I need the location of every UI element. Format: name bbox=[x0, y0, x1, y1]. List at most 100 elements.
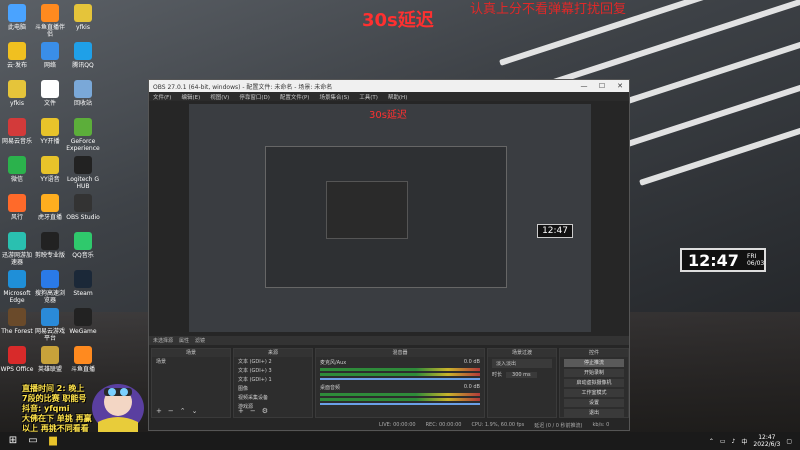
desktop-icon[interactable]: 微信 bbox=[0, 156, 34, 183]
menu-edit[interactable]: 编辑(E) bbox=[181, 93, 200, 101]
desktop-icon[interactable]: 腾讯QQ bbox=[66, 42, 100, 69]
desktop-icon-label: WPS Office bbox=[0, 366, 34, 373]
desktop-icon[interactable]: 云·发布 bbox=[0, 42, 34, 69]
desktop-icon-label: 网易云音乐 bbox=[1, 138, 32, 145]
desktop-icon[interactable]: 文件 bbox=[33, 80, 67, 107]
scene-item[interactable]: 场景 bbox=[152, 357, 230, 366]
mixer-channel-name: 麦克风/Aux bbox=[320, 360, 347, 366]
live-time: LIVE: 00:00:00 bbox=[379, 422, 416, 428]
desktop-icon-label: yfkis bbox=[10, 100, 24, 107]
menu-profile[interactable]: 配置文件(P) bbox=[280, 93, 310, 101]
remove-scene-icon[interactable]: − bbox=[168, 407, 174, 415]
obs-window: OBS 27.0.1 (64-bit, windows) - 配置文件: 未命名… bbox=[148, 79, 630, 431]
desktop-icon[interactable]: 剪映专业版 bbox=[33, 232, 67, 259]
properties-button[interactable]: 属性 bbox=[179, 337, 189, 344]
add-source-icon[interactable]: + bbox=[238, 407, 244, 415]
source-item[interactable]: 文本 (GDI+) 1 bbox=[234, 375, 312, 384]
desktop-icon[interactable]: yfkis bbox=[66, 4, 100, 31]
windows-start-icon[interactable]: ⊞ bbox=[6, 434, 20, 448]
desktop-icon[interactable]: WPS Office bbox=[0, 346, 34, 373]
desktop-icon[interactable]: GeForce Experience bbox=[66, 118, 100, 152]
virtual-camera-button[interactable]: 启动虚拟摄像机 bbox=[564, 379, 624, 387]
obs-preview[interactable]: 30s延迟 12:47 bbox=[189, 104, 591, 332]
explorer-icon[interactable]: ▆ bbox=[46, 434, 60, 448]
menu-tools[interactable]: 工具(T) bbox=[359, 93, 378, 101]
desktop-icon[interactable]: Logitech G HUB bbox=[66, 156, 100, 190]
menu-scene-collection[interactable]: 场景集合(S) bbox=[319, 93, 349, 101]
move-up-icon[interactable]: ⌃ bbox=[180, 407, 186, 415]
menu-help[interactable]: 帮助(H) bbox=[388, 93, 407, 101]
start-recording-button[interactable]: 开始录制 bbox=[564, 369, 624, 377]
app-icon bbox=[8, 4, 26, 22]
desktop-icon-label: Steam bbox=[73, 290, 93, 297]
source-item[interactable]: 文本 (GDI+) 2 bbox=[234, 357, 312, 366]
app-icon bbox=[74, 308, 92, 326]
volume-slider[interactable] bbox=[320, 403, 480, 405]
sources-buttons: + − ⚙ bbox=[238, 407, 268, 415]
tray-arrow-icon[interactable]: ⌃ bbox=[709, 438, 714, 445]
desktop-icon[interactable]: QQ音乐 bbox=[66, 232, 100, 259]
filters-button[interactable]: 滤镜 bbox=[195, 337, 205, 344]
desktop-icon[interactable]: yfkis bbox=[0, 80, 34, 107]
desktop-icon[interactable]: 此电脑 bbox=[0, 4, 34, 31]
desktop-icon[interactable]: The Forest bbox=[0, 308, 34, 335]
studio-mode-button[interactable]: 工作室模式 bbox=[564, 389, 624, 397]
desktop-icon[interactable]: 风行 bbox=[0, 194, 34, 221]
remove-source-icon[interactable]: − bbox=[250, 407, 256, 415]
desktop-icon-label: 此电脑 bbox=[7, 24, 26, 31]
settings-button[interactable]: 设置 bbox=[564, 399, 624, 407]
streamer-line: 大佛在下 单挑 再赢 bbox=[22, 414, 92, 423]
duration-input[interactable]: 300 ms bbox=[506, 371, 537, 378]
app-icon bbox=[8, 118, 26, 136]
minimize-button[interactable]: — bbox=[575, 82, 593, 90]
exit-button[interactable]: 退出 bbox=[564, 409, 624, 417]
maximize-button[interactable]: ☐ bbox=[593, 82, 611, 90]
add-scene-icon[interactable]: + bbox=[156, 407, 162, 415]
volume-icon[interactable]: ♪ bbox=[732, 438, 736, 445]
transition-select[interactable]: 淡入淡出 bbox=[492, 359, 552, 368]
desktop-icon[interactable]: Microsoft Edge bbox=[0, 270, 34, 304]
desktop-icon[interactable]: 迅游网游加速器 bbox=[0, 232, 34, 266]
app-icon bbox=[8, 80, 26, 98]
taskbar-clock[interactable]: 12:47 2022/6/3 bbox=[753, 434, 780, 448]
desktop-icon-label: 虎牙直播 bbox=[37, 214, 62, 221]
source-item[interactable]: 图像 bbox=[234, 384, 312, 393]
source-item[interactable]: 文本 (GDI+) 3 bbox=[234, 366, 312, 375]
controls-dock: 控件 停止推流 开始录制 启动虚拟摄像机 工作室模式 设置 退出 bbox=[559, 348, 629, 418]
desktop-icon[interactable]: 虎牙直播 bbox=[33, 194, 67, 221]
stop-streaming-button[interactable]: 停止推流 bbox=[564, 359, 624, 367]
desktop-icon[interactable]: 网易云游戏平台 bbox=[33, 308, 67, 342]
desktop-icon-label: OBS Studio bbox=[66, 214, 100, 221]
desktop-icon[interactable]: 英雄联盟 bbox=[33, 346, 67, 373]
desktop-icon[interactable]: YY语音 bbox=[33, 156, 67, 183]
task-view-icon[interactable]: ▭ bbox=[26, 434, 40, 448]
desktop-icon-label: 云·发布 bbox=[7, 62, 27, 69]
desktop-icon[interactable]: 搜狗高速浏览器 bbox=[33, 270, 67, 304]
network-icon[interactable]: ▭ bbox=[720, 438, 726, 445]
desktop-icon[interactable]: Steam bbox=[66, 270, 100, 297]
app-icon bbox=[8, 194, 26, 212]
menu-docks[interactable]: 停靠窗口(D) bbox=[239, 93, 270, 101]
nested-preview-inner bbox=[326, 181, 408, 239]
transition-type: 淡入淡出 bbox=[496, 361, 517, 367]
desktop-icon[interactable]: 网易云音乐 bbox=[0, 118, 34, 145]
ime-indicator[interactable]: 中 bbox=[741, 437, 747, 446]
desktop-icon[interactable]: 斗鱼直播伴侣 bbox=[33, 4, 67, 38]
obs-titlebar[interactable]: OBS 27.0.1 (64-bit, windows) - 配置文件: 未命名… bbox=[149, 80, 629, 92]
desktop-icon[interactable]: WeGame bbox=[66, 308, 100, 335]
notification-icon[interactable]: ▢ bbox=[786, 438, 792, 445]
volume-slider[interactable] bbox=[320, 378, 480, 380]
move-down-icon[interactable]: ⌄ bbox=[192, 407, 198, 415]
close-button[interactable]: ✕ bbox=[611, 82, 629, 90]
app-icon bbox=[74, 4, 92, 22]
desktop-icon[interactable]: YY开播 bbox=[33, 118, 67, 145]
source-item[interactable]: 视频采集设备 bbox=[234, 393, 312, 402]
menu-view[interactable]: 视图(V) bbox=[210, 93, 229, 101]
desktop-icon[interactable]: 网络 bbox=[33, 42, 67, 69]
desktop-icon[interactable]: 斗鱼直播 bbox=[66, 346, 100, 373]
menu-file[interactable]: 文件(F) bbox=[153, 93, 171, 101]
stream-delay-text: 30s延迟 bbox=[362, 10, 434, 31]
desktop-icon[interactable]: 回收站 bbox=[66, 80, 100, 107]
gear-icon[interactable]: ⚙ bbox=[262, 407, 268, 415]
desktop-icon[interactable]: OBS Studio bbox=[66, 194, 100, 221]
